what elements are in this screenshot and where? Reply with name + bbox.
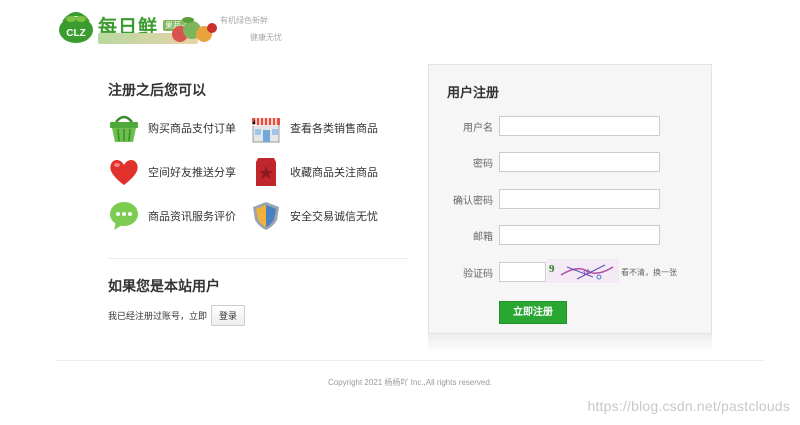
- benefit-item: 购买商品支付订单: [108, 112, 236, 144]
- logo-mark-text: CLZ: [66, 28, 85, 39]
- captcha-input[interactable]: [499, 262, 546, 282]
- benefit-label: 购买商品支付订单: [148, 123, 236, 135]
- bookmark-icon: [256, 158, 276, 186]
- login-button[interactable]: 登录: [211, 305, 246, 326]
- benefit-label: 收藏商品关注商品: [290, 167, 378, 179]
- benefit-item: 安全交易诚信无忧: [250, 200, 378, 232]
- store-icon: [252, 118, 280, 143]
- divider: [108, 258, 408, 259]
- login-prompt: 我已经注册过账号，立即 登录: [108, 305, 246, 326]
- shield-icon: [253, 202, 279, 230]
- email-row: 邮箱: [429, 225, 713, 245]
- benefit-label: 商品资讯服务评价: [148, 211, 236, 223]
- logo-badge-icon: CLZ: [59, 12, 93, 43]
- username-row: 用户名: [429, 116, 713, 136]
- vegetables-icon: [172, 17, 217, 42]
- benefit-item: 商品资讯服务评价: [108, 200, 236, 232]
- benefits-title: 注册之后您可以: [108, 82, 206, 98]
- email-input[interactable]: [499, 225, 660, 245]
- captcha-refresh-link[interactable]: 看不清，换一张: [621, 267, 677, 278]
- basket-icon: [110, 115, 138, 142]
- confirm-password-row: 确认密码: [429, 189, 713, 209]
- register-submit-button[interactable]: 立即注册: [499, 301, 567, 324]
- password-label: 密码: [473, 159, 493, 170]
- existing-user-title: 如果您是本站用户: [108, 278, 220, 294]
- register-title: 用户注册: [447, 85, 500, 100]
- heart-icon: [110, 159, 138, 185]
- watermark: https://blog.csdn.net/pastclouds: [587, 398, 790, 414]
- captcha-label: 验证码: [463, 269, 493, 280]
- site-logo[interactable]: CLZ 每日鲜 果蔬子 有机绿色新鲜 健康无忧: [58, 8, 282, 46]
- benefit-label: 查看各类销售商品: [290, 123, 378, 135]
- password-row: 密码: [429, 152, 713, 172]
- panel-shadow: [428, 334, 712, 352]
- register-panel: 用户注册 用户名 密码 确认密码 邮箱 验证码 9 m 看不清，换一张 立即注册: [428, 64, 712, 334]
- copyright-text: Copyright 2021 杨杨吖 Inc.,All rights reser…: [327, 378, 493, 387]
- username-input[interactable]: [499, 116, 660, 136]
- confirm-password-input[interactable]: [499, 189, 660, 209]
- username-label: 用户名: [463, 123, 493, 134]
- benefit-item: 查看各类销售商品: [250, 112, 378, 144]
- svg-text:9: 9: [549, 263, 555, 275]
- benefit-item: 空间好友推送分享: [108, 156, 236, 188]
- captcha-row: 验证码 9 m 看不清，换一张: [429, 259, 713, 283]
- chat-bubble-icon: [110, 202, 138, 230]
- confirm-password-label: 确认密码: [453, 196, 493, 207]
- benefit-label: 空间好友推送分享: [148, 167, 236, 179]
- password-input[interactable]: [499, 152, 660, 172]
- captcha-image[interactable]: 9 m: [547, 259, 619, 283]
- footer-divider: [56, 360, 764, 361]
- logo-slogan-top: 有机绿色新鲜: [220, 16, 268, 25]
- logo-slogan-bottom: 健康无忧: [250, 33, 282, 42]
- benefit-item: 收藏商品关注商品: [250, 156, 378, 188]
- email-label: 邮箱: [473, 232, 493, 243]
- benefit-label: 安全交易诚信无忧: [290, 211, 378, 223]
- login-prompt-text: 我已经注册过账号，立即: [108, 311, 208, 321]
